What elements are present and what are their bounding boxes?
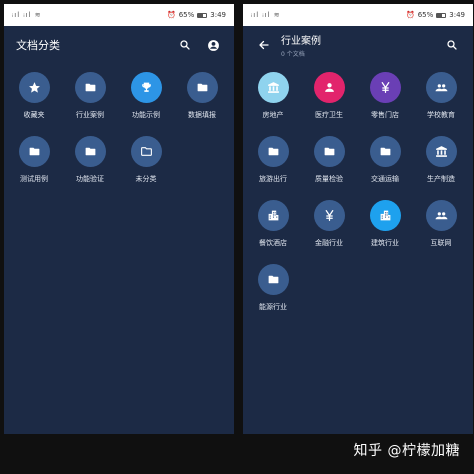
people-icon [425, 72, 457, 103]
folder-icon [313, 136, 345, 167]
folder-icon [369, 136, 401, 167]
document-count: 0 个文档 [281, 51, 305, 58]
category-label: 餐饮酒店 [259, 239, 287, 247]
page-title: 文档分类 [16, 39, 60, 52]
battery-percent: 65% [417, 11, 434, 19]
category-tile[interactable]: 能源行业 [245, 264, 301, 312]
category-label: 建筑行业 [371, 239, 399, 247]
category-label: 功能验证 [76, 175, 104, 183]
people-icon [425, 200, 457, 231]
app-bar: 行业案例 0 个文档 [243, 26, 473, 64]
status-bar: ᵢıl ᵢıl ≋ ⏰ 65% 3:49 [4, 4, 234, 26]
clock: 3:49 [449, 11, 465, 19]
category-tile[interactable]: 旅游出行 [245, 136, 301, 184]
category-label: 测试用例 [20, 175, 48, 183]
category-tile[interactable]: 学校教育 [413, 72, 469, 120]
building-icon [369, 200, 401, 231]
category-tile[interactable]: 测试用例 [6, 136, 62, 184]
category-tile[interactable]: 数据填报 [174, 72, 230, 120]
bank-icon [425, 136, 457, 167]
category-label: 房地产 [262, 111, 284, 119]
category-tile[interactable]: 行业案例 [62, 72, 118, 120]
right-screen: ᵢıl ᵢıl ≋ ⏰ 65% 3:49 行业案例 0 个文档 房地产 医疗卫生 零… [243, 4, 473, 434]
category-label: 互联网 [430, 239, 452, 247]
category-label: 学校教育 [427, 111, 455, 119]
category-tile[interactable]: 功能示例 [118, 72, 174, 120]
category-label: 行业案例 [76, 111, 104, 119]
person-icon [313, 72, 345, 103]
yen-icon [369, 72, 401, 103]
account-icon[interactable] [204, 36, 222, 54]
left-screen: ᵢıl ᵢıl ≋ ⏰ 65% 3:49 文档分类 收藏夹 行业案例 功能示例 数据填… [4, 4, 234, 434]
back-arrow-icon[interactable] [255, 36, 273, 54]
battery-icon [436, 12, 447, 18]
category-tile[interactable]: 未分类 [118, 136, 174, 184]
category-grid: 收藏夹 行业案例 功能示例 数据填报测试用例 功能验证 未分类 [4, 64, 234, 184]
category-tile[interactable]: 医疗卫生 [301, 72, 357, 120]
star-icon [18, 72, 50, 103]
category-tile[interactable]: 生产制造 [413, 136, 469, 184]
alarm-icon: ⏰ [405, 11, 415, 19]
folder-icon [74, 136, 106, 167]
page-title: 行业案例 [281, 36, 321, 47]
folder-icon [186, 72, 218, 103]
alarm-icon: ⏰ [166, 11, 176, 19]
category-label: 数据填报 [188, 111, 216, 119]
search-icon[interactable] [443, 36, 461, 54]
category-tile[interactable]: 建筑行业 [357, 200, 413, 248]
battery-icon [197, 12, 208, 18]
bank-icon [257, 72, 289, 103]
search-icon[interactable] [176, 36, 194, 54]
category-label: 能源行业 [259, 303, 287, 311]
category-tile[interactable]: 互联网 [413, 200, 469, 248]
signal-indicator: ᵢıl ᵢıl ≋ [12, 11, 42, 19]
category-label: 生产制造 [427, 175, 455, 183]
industry-grid: 房地产 医疗卫生 零售门店 学校教育旅游出行 质量检验 交通运输 生产制造餐饮酒店 金融行业 建… [243, 64, 473, 312]
folder-icon [18, 136, 50, 167]
yen-icon [313, 200, 345, 231]
category-tile[interactable]: 交通运输 [357, 136, 413, 184]
folder-outline-icon [130, 136, 162, 167]
app-bar: 文档分类 [4, 26, 234, 64]
category-label: 收藏夹 [23, 111, 45, 119]
folder-icon [257, 264, 289, 295]
category-label: 功能示例 [132, 111, 160, 119]
category-tile[interactable]: 收藏夹 [6, 72, 62, 120]
folder-icon [74, 72, 106, 103]
category-label: 未分类 [135, 175, 157, 183]
category-label: 交通运输 [371, 175, 399, 183]
category-tile[interactable]: 质量检验 [301, 136, 357, 184]
category-tile[interactable]: 金融行业 [301, 200, 357, 248]
status-bar: ᵢıl ᵢıl ≋ ⏰ 65% 3:49 [243, 4, 473, 26]
category-label: 医疗卫生 [315, 111, 343, 119]
signal-indicator: ᵢıl ᵢıl ≋ [251, 11, 281, 19]
clock: 3:49 [210, 11, 226, 19]
category-label: 质量检验 [315, 175, 343, 183]
category-tile[interactable]: 功能验证 [62, 136, 118, 184]
folder-icon [257, 136, 289, 167]
category-label: 零售门店 [371, 111, 399, 119]
category-tile[interactable]: 零售门店 [357, 72, 413, 120]
category-tile[interactable]: 餐饮酒店 [245, 200, 301, 248]
building-icon [257, 200, 289, 231]
trophy-icon [130, 72, 162, 103]
category-label: 金融行业 [315, 239, 343, 247]
category-tile[interactable]: 房地产 [245, 72, 301, 120]
category-label: 旅游出行 [259, 175, 287, 183]
watermark: 知乎 @柠檬加糖 [353, 443, 460, 459]
battery-percent: 65% [178, 11, 195, 19]
